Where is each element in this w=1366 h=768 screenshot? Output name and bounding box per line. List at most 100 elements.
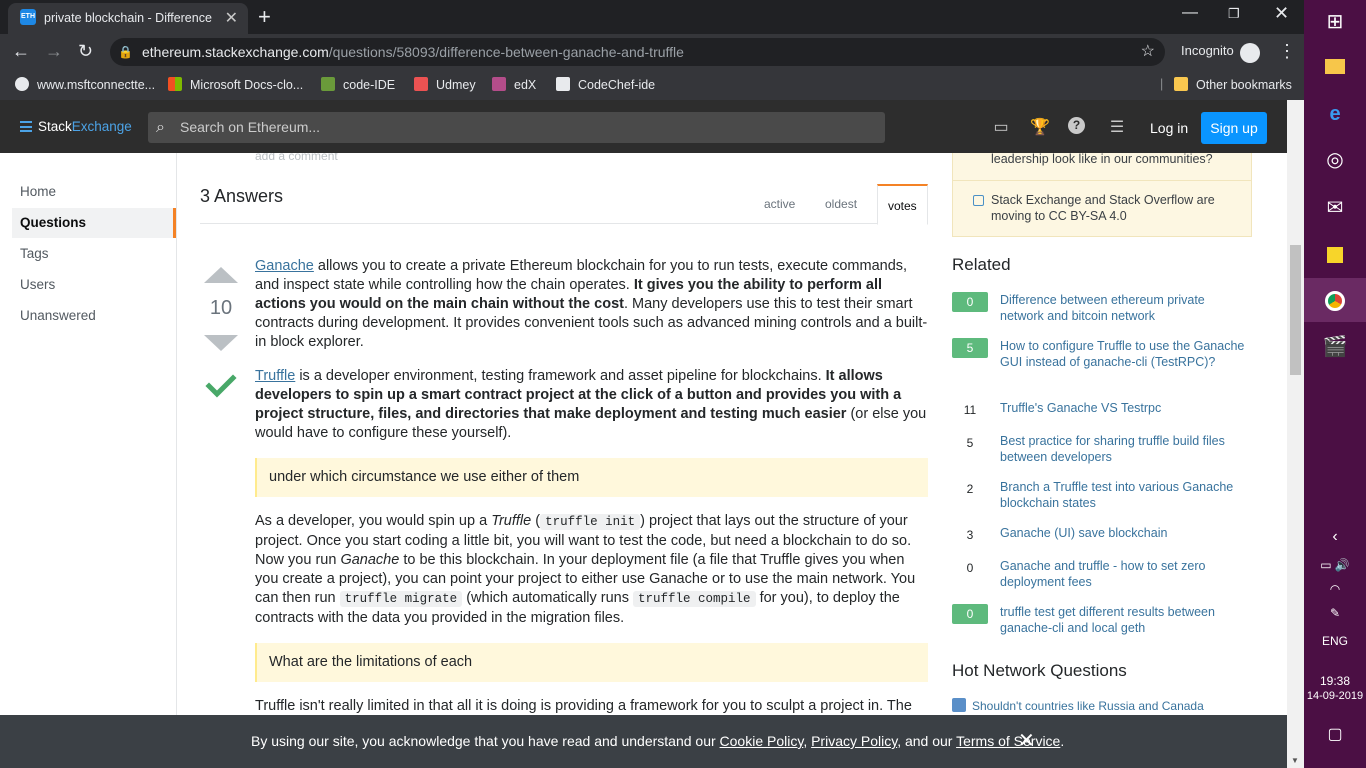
tab-oldest[interactable]: oldest (815, 184, 867, 224)
cookie-text: By using our site, you acknowledge that … (251, 733, 1065, 749)
ganache-link[interactable]: Ganache (255, 258, 314, 274)
tab-active[interactable]: active (754, 184, 805, 224)
bookmark-item[interactable]: Microsoft Docs-clo... (168, 77, 303, 92)
edge-browser-icon[interactable]: e (1304, 92, 1366, 136)
add-comment-link[interactable]: add a comment (255, 153, 338, 163)
related-title-link[interactable]: Ganache (UI) save blockchain (1000, 525, 1250, 541)
forward-icon[interactable]: → (45, 41, 63, 62)
login-link[interactable]: Log in (1150, 120, 1188, 136)
related-title-link[interactable]: truffle test get different results betwe… (1000, 604, 1250, 636)
answer-paragraph: Truffle isn't really limited in that all… (255, 698, 912, 714)
bookmark-item[interactable]: www.msftconnectte... (15, 77, 155, 92)
browser-tab[interactable]: ETH private blockchain - Difference b ✕ (8, 3, 248, 34)
sticky-notes-icon[interactable] (1304, 232, 1366, 276)
trophy-icon[interactable]: 🏆 (1030, 117, 1050, 136)
bookmark-item[interactable]: edX (492, 77, 536, 92)
related-title-link[interactable]: Ganache and truffle - how to set zero de… (1000, 558, 1250, 590)
bookmarks-bar: www.msftconnectte... Microsoft Docs-clo.… (0, 70, 1304, 100)
hot-network-item[interactable]: Shouldn't countries like Russia and Cana… (952, 698, 1204, 713)
related-score: 5 (966, 436, 974, 450)
close-banner-icon[interactable]: ✕ (1018, 728, 1035, 753)
left-sidebar: Home Questions Tags Users Unanswered (0, 153, 177, 715)
answer-paragraph: As a developer, you would spin up a Truf… (255, 513, 916, 626)
stackexchange-logo[interactable]: StackExchange (20, 119, 132, 134)
bookmark-item[interactable]: code-IDE (321, 77, 395, 92)
tab-title: private blockchain - Difference b (44, 11, 214, 25)
bookmark-item[interactable]: CodeChef-ide (556, 77, 655, 92)
privacy-policy-link[interactable]: Privacy Policy (811, 733, 897, 749)
language-indicator[interactable]: ENG (1304, 634, 1366, 648)
chevron-left-icon[interactable]: ‹ (1304, 528, 1366, 546)
related-title-link[interactable]: Branch a Truffle test into various Ganac… (1000, 479, 1250, 511)
site-header: StackExchange ⌕ Search on Ethereum... ▭ … (0, 100, 1287, 153)
chrome-icon[interactable] (1304, 278, 1366, 322)
notifications-icon[interactable]: ▢ (1304, 724, 1366, 744)
nav-tags[interactable]: Tags (12, 239, 176, 269)
bookmark-star-icon[interactable]: ☆ (1141, 38, 1155, 66)
site-icon (952, 698, 966, 712)
help-icon[interactable]: ? (1068, 117, 1085, 134)
url-path: /questions/58093/difference-between-gana… (328, 44, 684, 60)
related-title-link[interactable]: Truffle's Ganache VS Testrpc (1000, 400, 1250, 416)
clock-date[interactable]: 14-09-2019 (1304, 690, 1366, 702)
related-title-link[interactable]: How to configure Truffle to use the Gana… (1000, 338, 1250, 370)
related-title-link[interactable]: Best practice for sharing truffle build … (1000, 433, 1250, 465)
inbox-icon[interactable]: ▭ (991, 117, 1011, 136)
tab-votes[interactable]: votes (877, 184, 928, 225)
video-editor-icon[interactable]: 🎬 (1304, 325, 1366, 369)
logo-text-exchange: Exchange (71, 119, 132, 134)
related-heading: Related (952, 255, 1011, 274)
site-switcher-icon[interactable]: ☰ (1107, 117, 1127, 136)
site-search-input[interactable]: ⌕ Search on Ethereum... (148, 112, 885, 143)
microsoft-icon (168, 77, 182, 91)
tabs-divider (200, 223, 928, 224)
code-ide-icon (321, 77, 335, 91)
close-window-icon[interactable]: ✕ (1274, 3, 1289, 24)
related-score: 3 (966, 528, 974, 542)
related-title-link[interactable]: Difference between ethereum private netw… (1000, 292, 1250, 324)
scrollbar-thumb[interactable] (1290, 245, 1301, 375)
terms-of-service-link[interactable]: Terms of Service (956, 733, 1060, 749)
related-score: 5 (952, 338, 988, 358)
vote-count: 10 (209, 297, 233, 319)
nav-questions[interactable]: Questions (12, 208, 176, 238)
new-tab-icon[interactable]: + (258, 4, 271, 30)
mail-icon[interactable]: ✉ (1304, 186, 1366, 230)
main-content: add a comment 3 Answers active oldest vo… (200, 153, 930, 715)
scroll-down-icon[interactable]: ▼ (1291, 756, 1299, 765)
browser-menu-icon[interactable]: ⋮ (1278, 41, 1296, 62)
related-score: 0 (952, 292, 988, 312)
blog-item[interactable]: leadership look like in our communities? (991, 153, 1231, 167)
close-tab-icon[interactable]: ✕ (225, 8, 238, 28)
bookmark-label: Microsoft Docs-clo... (190, 78, 304, 92)
groove-music-icon[interactable]: ◎ (1304, 138, 1366, 182)
downvote-arrow-icon[interactable] (204, 335, 238, 351)
answer-paragraph: Ganache allows you to create a private E… (255, 258, 928, 350)
bookmark-label: edX (514, 78, 537, 92)
pen-icon[interactable]: ✎ (1304, 606, 1366, 620)
restore-icon[interactable]: ❐ (1228, 6, 1240, 22)
udemy-icon (414, 77, 428, 91)
blog-item[interactable]: Stack Exchange and Stack Overflow are mo… (991, 192, 1231, 224)
nav-home[interactable]: Home (12, 177, 176, 207)
signup-button[interactable]: Sign up (1201, 112, 1267, 144)
clock-time[interactable]: 19:38 (1304, 674, 1366, 688)
battery-volume-icon[interactable]: ▭ 🔊 (1304, 558, 1366, 572)
file-explorer-icon[interactable] (1304, 44, 1366, 88)
minimize-icon[interactable]: — (1182, 4, 1198, 22)
windows-start-icon[interactable]: ⊞ (1304, 0, 1366, 44)
nav-unanswered[interactable]: Unanswered (12, 301, 176, 331)
back-icon[interactable]: ← (12, 41, 30, 62)
upvote-arrow-icon[interactable] (204, 267, 238, 283)
other-bookmarks[interactable]: Other bookmarks (1174, 77, 1292, 92)
page-scrollbar[interactable]: ▼ (1287, 100, 1304, 768)
browser-toolbar: ← → ↻ 🔒 ethereum.stackexchange.com/quest… (0, 34, 1304, 70)
incognito-icon[interactable] (1240, 43, 1260, 63)
cookie-policy-link[interactable]: Cookie Policy (720, 733, 804, 749)
reload-icon[interactable]: ↻ (78, 41, 93, 62)
wifi-icon[interactable]: ◠ (1304, 582, 1366, 596)
truffle-link[interactable]: Truffle (255, 368, 295, 384)
nav-users[interactable]: Users (12, 270, 176, 300)
address-bar[interactable]: 🔒 ethereum.stackexchange.com/questions/5… (110, 38, 1165, 66)
bookmark-item[interactable]: Udmey (414, 77, 476, 92)
